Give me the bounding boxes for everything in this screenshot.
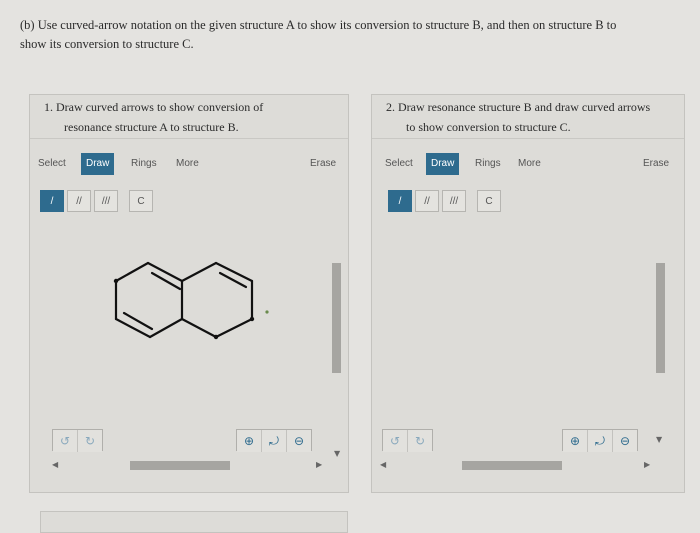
history-controls: ↺ ↻ [52, 429, 103, 452]
draw-tool[interactable]: Draw [426, 153, 460, 175]
double-bond-button[interactable]: // [67, 190, 91, 212]
redo-icon[interactable]: ↻ [408, 430, 432, 452]
select-tool[interactable]: Select [33, 153, 71, 175]
question-text: (b) Use curved-arrow notation on the giv… [20, 16, 680, 54]
triple-bond-button[interactable]: /// [442, 190, 466, 212]
charge-button[interactable]: C [477, 190, 501, 212]
erase-tool[interactable]: Erase [638, 153, 674, 175]
erase-tool[interactable]: Erase [305, 153, 341, 175]
drawing-canvas[interactable] [30, 215, 348, 435]
vertical-scrollbar[interactable] [332, 263, 341, 373]
prompt-line-2: resonance structure A to structure B. [64, 120, 239, 134]
next-question-panel [40, 511, 348, 533]
panel-prompt: 2. Draw resonance structure B and draw c… [372, 95, 684, 139]
triple-bond-button[interactable]: /// [94, 190, 118, 212]
more-tool[interactable]: More [171, 153, 204, 175]
reset-zoom-icon[interactable]: ⤾ [588, 430, 613, 452]
structure-a-molecule[interactable] [30, 215, 348, 435]
redo-icon[interactable]: ↻ [78, 430, 102, 452]
bond-buttons: / // /// C [40, 190, 156, 212]
editor-toolbar: Select Draw Rings More Erase [372, 153, 684, 175]
drawing-panel-2: 2. Draw resonance structure B and draw c… [371, 94, 685, 493]
panel-prompt: 1. Draw curved arrows to show conversion… [30, 95, 348, 139]
horizontal-scrollbar[interactable] [462, 461, 562, 470]
reset-zoom-icon[interactable]: ⤾ [262, 430, 287, 452]
zoom-controls: ⊕ ⤾ ⊖ [562, 429, 638, 452]
more-tool[interactable]: More [513, 153, 546, 175]
rings-tool[interactable]: Rings [470, 153, 506, 175]
editor-toolbar: Select Draw Rings More Erase [30, 153, 348, 175]
scroll-left-icon[interactable]: ◀ [380, 460, 386, 469]
scroll-down-icon[interactable]: ▼ [656, 435, 662, 444]
zoom-out-icon[interactable]: ⊖ [613, 430, 637, 452]
horizontal-scrollbar[interactable] [130, 461, 230, 470]
scroll-down-icon[interactable]: ▼ [334, 449, 340, 458]
question-line-1: (b) Use curved-arrow notation on the giv… [20, 18, 617, 32]
scroll-right-icon[interactable]: ▶ [316, 460, 322, 469]
single-bond-button[interactable]: / [388, 190, 412, 212]
drawing-canvas[interactable] [372, 215, 684, 435]
bond-buttons: / // /// C [388, 190, 504, 212]
zoom-out-icon[interactable]: ⊖ [287, 430, 311, 452]
scroll-right-icon[interactable]: ▶ [644, 460, 650, 469]
undo-icon[interactable]: ↺ [383, 430, 408, 452]
undo-icon[interactable]: ↺ [53, 430, 78, 452]
zoom-controls: ⊕ ⤾ ⊖ [236, 429, 312, 452]
zoom-in-icon[interactable]: ⊕ [563, 430, 588, 452]
scroll-left-icon[interactable]: ◀ [52, 460, 58, 469]
double-bond-button[interactable]: // [415, 190, 439, 212]
prompt-line-2: to show conversion to structure C. [406, 120, 571, 134]
rings-tool[interactable]: Rings [126, 153, 162, 175]
prompt-line-1: 1. Draw curved arrows to show conversion… [44, 100, 264, 114]
zoom-in-icon[interactable]: ⊕ [237, 430, 262, 452]
history-controls: ↺ ↻ [382, 429, 433, 452]
select-tool[interactable]: Select [380, 153, 418, 175]
draw-tool[interactable]: Draw [81, 153, 115, 175]
single-bond-button[interactable]: / [40, 190, 64, 212]
prompt-line-1: 2. Draw resonance structure B and draw c… [386, 100, 651, 114]
charge-button[interactable]: C [129, 190, 153, 212]
drawing-panel-1: 1. Draw curved arrows to show conversion… [29, 94, 349, 493]
question-line-2: show its conversion to structure C. [20, 37, 194, 51]
vertical-scrollbar[interactable] [656, 263, 665, 373]
